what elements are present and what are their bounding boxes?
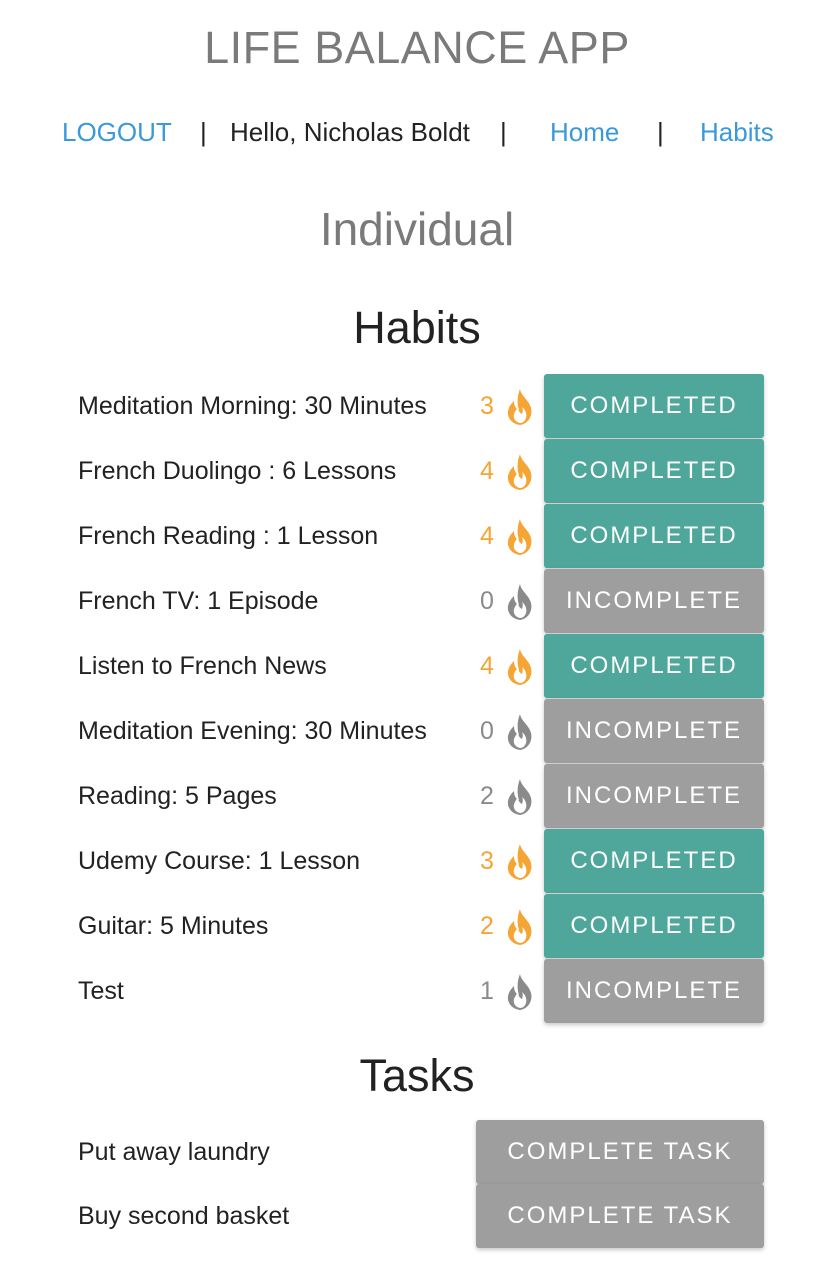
- user-greeting: Hello, Nicholas Boldt: [230, 117, 470, 147]
- streak-count: 0: [480, 587, 494, 615]
- completed-button[interactable]: COMPLETED: [544, 894, 764, 958]
- habit-name: Test: [78, 977, 124, 1005]
- home-link[interactable]: Home: [550, 114, 619, 150]
- habit-row: Listen to French News 4 COMPLETED: [0, 634, 834, 698]
- streak-count: 2: [480, 782, 494, 810]
- streak-count: 0: [480, 717, 494, 745]
- habit-name: French Reading : 1 Lesson: [78, 522, 379, 550]
- completed-button[interactable]: COMPLETED: [544, 504, 764, 568]
- habit-name: French Duolingo : 6 Lessons: [78, 457, 397, 485]
- streak-count: 2: [480, 912, 494, 940]
- habit-row: Guitar: 5 Minutes 2 COMPLETED: [0, 894, 834, 958]
- complete-task-button[interactable]: COMPLETE TASK: [476, 1184, 764, 1248]
- habit-name: Listen to French News: [78, 652, 327, 680]
- flame-icon: [502, 777, 538, 817]
- task-name: Put away laundry: [78, 1138, 270, 1166]
- streak-count: 3: [480, 392, 494, 420]
- habit-row: Meditation Morning: 30 Minutes 3 COMPLETED: [0, 374, 834, 438]
- flame-icon: [502, 387, 538, 427]
- completed-button[interactable]: COMPLETED: [544, 634, 764, 698]
- flame-icon: [502, 712, 538, 752]
- complete-task-button[interactable]: COMPLETE TASK: [476, 1120, 764, 1184]
- habit-name: Meditation Evening: 30 Minutes: [78, 717, 427, 745]
- completed-button[interactable]: COMPLETED: [544, 439, 764, 503]
- section-title: Individual: [319, 203, 515, 255]
- habit-row: Reading: 5 Pages 2 INCOMPLETE: [0, 764, 834, 828]
- nav-separator: |: [200, 117, 207, 147]
- top-nav: LOGOUT | Hello, Nicholas Boldt | Home | …: [0, 114, 834, 150]
- app-title: LIFE BALANCE APP: [204, 22, 630, 73]
- task-name: Buy second basket: [78, 1202, 290, 1230]
- streak-count: 1: [480, 977, 494, 1005]
- nav-separator: |: [500, 117, 507, 147]
- habit-name: Guitar: 5 Minutes: [78, 912, 269, 940]
- flame-icon: [502, 842, 538, 882]
- flame-icon: [502, 517, 538, 557]
- streak-count: 3: [480, 847, 494, 875]
- flame-icon: [502, 452, 538, 492]
- habit-row: Test 1 INCOMPLETE: [0, 959, 834, 1023]
- completed-button[interactable]: COMPLETED: [544, 374, 764, 438]
- logout-link[interactable]: LOGOUT: [62, 114, 172, 150]
- habits-link[interactable]: Habits: [700, 114, 774, 150]
- task-row: Buy second basket COMPLETE TASK: [0, 1184, 834, 1248]
- flame-icon: [502, 582, 538, 622]
- habit-name: French TV: 1 Episode: [78, 587, 319, 615]
- habit-row: French TV: 1 Episode 0 INCOMPLETE: [0, 569, 834, 633]
- nav-separator: |: [657, 117, 664, 147]
- habit-name: Udemy Course: 1 Lesson: [78, 847, 361, 875]
- flame-icon: [502, 907, 538, 947]
- streak-count: 4: [480, 522, 494, 550]
- task-row: Put away laundry COMPLETE TASK: [0, 1120, 834, 1184]
- incomplete-button[interactable]: INCOMPLETE: [544, 569, 764, 633]
- tasks-heading: Tasks: [359, 1050, 475, 1101]
- habit-row: French Reading : 1 Lesson 4 COMPLETED: [0, 504, 834, 568]
- habits-heading: Habits: [353, 302, 481, 353]
- habit-row: Meditation Evening: 30 Minutes 0 INCOMPLET…: [0, 699, 834, 763]
- flame-icon: [502, 972, 538, 1012]
- habit-row: Udemy Course: 1 Lesson 3 COMPLETED: [0, 829, 834, 893]
- habit-row: French Duolingo : 6 Lessons 4 COMPLETED: [0, 439, 834, 503]
- completed-button[interactable]: COMPLETED: [544, 829, 764, 893]
- incomplete-button[interactable]: INCOMPLETE: [544, 764, 764, 828]
- habit-name: Meditation Morning: 30 Minutes: [78, 392, 427, 420]
- flame-icon: [502, 647, 538, 687]
- incomplete-button[interactable]: INCOMPLETE: [544, 699, 764, 763]
- habit-name: Reading: 5 Pages: [78, 782, 277, 810]
- streak-count: 4: [480, 652, 494, 680]
- streak-count: 4: [480, 457, 494, 485]
- incomplete-button[interactable]: INCOMPLETE: [544, 959, 764, 1023]
